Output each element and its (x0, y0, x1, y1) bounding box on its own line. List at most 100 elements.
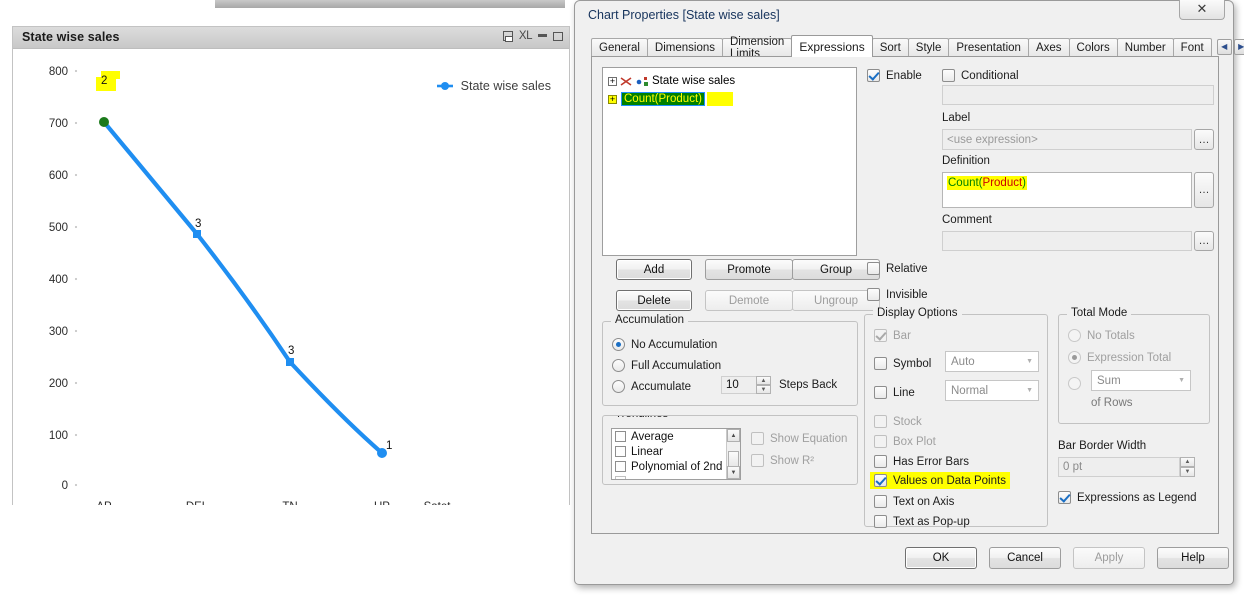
stepper-up-icon[interactable]: ▲ (1180, 457, 1195, 467)
help-button[interactable]: Help (1157, 547, 1229, 569)
stepper-down-icon[interactable]: ▼ (1180, 467, 1195, 477)
checkbox-icon[interactable] (615, 431, 626, 442)
tree-row-expression[interactable]: + Count(Product) (603, 90, 856, 108)
xl-export-icon[interactable]: XL (519, 30, 533, 42)
stepper-down-icon[interactable]: ▼ (756, 385, 771, 394)
line-combo[interactable]: Normal ▼ (945, 380, 1039, 401)
radio-expression-total: Expression Total (1068, 349, 1171, 366)
close-icon[interactable]: ✕ (1179, 0, 1225, 20)
checkbox-icon (874, 455, 887, 468)
checkbox-label: Bar (893, 329, 911, 342)
chart-plot-area[interactable]: 800 700 600 500 400 300 200 100 0 AP DEL… (13, 49, 569, 505)
checkbox-label: Symbol (893, 357, 932, 370)
expander-icon-child[interactable]: + (608, 94, 617, 104)
expression-tree[interactable]: + State wise sales + Count(Product) (602, 67, 857, 256)
symbol-combo[interactable]: Auto ▼ (945, 351, 1039, 372)
listbox-scrollbar[interactable]: ▲ ▼ (726, 429, 740, 479)
text-on-axis-checkbox[interactable]: Text on Axis (874, 493, 954, 510)
datapoint-value-label-1: 2 (101, 75, 108, 87)
tab-number[interactable]: Number (1116, 38, 1174, 57)
chart-properties-dialog: Chart Properties [State wise sales] ✕ Ge… (574, 0, 1244, 585)
tab-expressions[interactable]: Expressions (791, 35, 873, 57)
tab-strip: General Dimensions Dimension Limits Expr… (591, 35, 1244, 60)
checkbox-icon[interactable] (615, 461, 626, 472)
tab-font[interactable]: Font (1172, 38, 1212, 57)
expression-node-icon (636, 76, 649, 87)
tab-sort[interactable]: Sort (871, 38, 909, 57)
trendlines-group: Trendlines Average Linear Polynomial of … (602, 415, 858, 485)
tab-colors[interactable]: Colors (1068, 38, 1118, 57)
aggregate-combo-value: Sum (1097, 374, 1121, 387)
dialog-title-bar[interactable]: Chart Properties [State wise sales] ✕ (575, 0, 1233, 33)
steps-back-input[interactable]: 10 (721, 376, 757, 394)
definition-input[interactable]: Count(Product) (942, 172, 1192, 208)
checkbox-icon (874, 357, 887, 370)
has-error-bars-checkbox[interactable]: Has Error Bars (874, 453, 969, 470)
steps-back-stepper[interactable]: ▲ ▼ (756, 376, 771, 394)
list-item[interactable]: Average (612, 429, 740, 444)
tab-general[interactable]: General (591, 38, 648, 57)
conditional-checkbox[interactable]: Conditional (942, 67, 1019, 84)
invisible-checkbox[interactable]: Invisible (867, 286, 928, 303)
ok-button[interactable]: OK (905, 547, 977, 569)
stepper-up-icon[interactable]: ▲ (756, 376, 771, 385)
relative-checkbox[interactable]: Relative (867, 260, 928, 277)
line-checkbox[interactable]: Line (874, 384, 915, 401)
list-item[interactable]: Polynomial of 2nd d (612, 459, 740, 474)
bar-border-width-input[interactable]: 0 pt (1058, 457, 1180, 477)
scroll-up-icon[interactable]: ▲ (727, 429, 740, 442)
bar-border-width-stepper[interactable]: ▲ ▼ (1180, 457, 1195, 477)
tab-axes[interactable]: Axes (1027, 38, 1070, 57)
delete-button[interactable]: Delete (616, 290, 692, 311)
tree-row-root[interactable]: + State wise sales (603, 72, 856, 90)
checkbox-icon (874, 474, 887, 487)
tab-style[interactable]: Style (907, 38, 950, 57)
demote-button: Demote (705, 290, 793, 311)
radio-label: Expression Total (1087, 351, 1172, 364)
maximize-icon[interactable] (553, 31, 563, 41)
scroll-down-icon[interactable]: ▼ (727, 466, 740, 479)
dialog-footer: OK Cancel Apply Help (905, 547, 1229, 569)
values-on-data-points-checkbox[interactable]: Values on Data Points (870, 472, 1010, 489)
svg-text:1: 1 (386, 440, 392, 452)
radio-full-accumulation[interactable]: Full Accumulation (612, 357, 721, 374)
svg-text:3: 3 (195, 218, 201, 230)
chart-legend[interactable]: State wise sales (436, 79, 551, 93)
symbol-checkbox[interactable]: Symbol (874, 355, 931, 372)
cancel-button[interactable]: Cancel (989, 547, 1061, 569)
label-browse-button[interactable]: … (1194, 129, 1214, 150)
conditional-input[interactable] (942, 85, 1214, 105)
svg-text:0: 0 (62, 480, 68, 492)
tab-dimension-limits[interactable]: Dimension Limits (722, 36, 793, 60)
tab-scroll-right-icon[interactable]: ▶ (1233, 38, 1244, 55)
tab-presentation[interactable]: Presentation (948, 38, 1029, 57)
label-input[interactable]: <use expression> (942, 129, 1192, 150)
checkbox-icon (874, 515, 887, 528)
expander-icon[interactable]: + (608, 76, 617, 86)
trendlines-group-title: Trendlines (611, 416, 673, 420)
enable-checkbox[interactable]: Enable (867, 67, 922, 84)
list-item-partial[interactable] (612, 474, 740, 479)
list-item[interactable]: Linear (612, 444, 740, 459)
tab-dimensions[interactable]: Dimensions (646, 38, 723, 57)
minimize-icon[interactable] (538, 33, 547, 37)
bar-checkbox: Bar (874, 327, 911, 344)
radio-accumulate[interactable]: Accumulate (612, 378, 691, 395)
expressions-as-legend-checkbox[interactable]: Expressions as Legend (1058, 489, 1197, 506)
print-icon[interactable] (502, 31, 513, 42)
trendlines-listbox[interactable]: Average Linear Polynomial of 2nd d ▲ ▼ (611, 428, 741, 480)
checkbox-icon (874, 415, 887, 428)
comment-input[interactable] (942, 231, 1192, 251)
tab-scroll-left-icon[interactable]: ◀ (1216, 38, 1232, 55)
promote-button[interactable]: Promote (705, 259, 793, 280)
radio-no-accumulation[interactable]: No Accumulation (612, 336, 717, 353)
checkbox-icon[interactable] (615, 476, 626, 479)
text-as-popup-checkbox[interactable]: Text as Pop-up (874, 513, 970, 530)
checkbox-icon[interactable] (615, 446, 626, 457)
chart-window: State wise sales XL 800 700 600 500 400 … (12, 26, 570, 505)
radio-aggregate (1068, 375, 1081, 392)
definition-browse-button[interactable]: … (1194, 172, 1214, 208)
comment-browse-button[interactable]: … (1194, 231, 1214, 251)
line-chart-svg: 800 700 600 500 400 300 200 100 0 AP DEL… (49, 66, 451, 505)
add-button[interactable]: Add (616, 259, 692, 280)
